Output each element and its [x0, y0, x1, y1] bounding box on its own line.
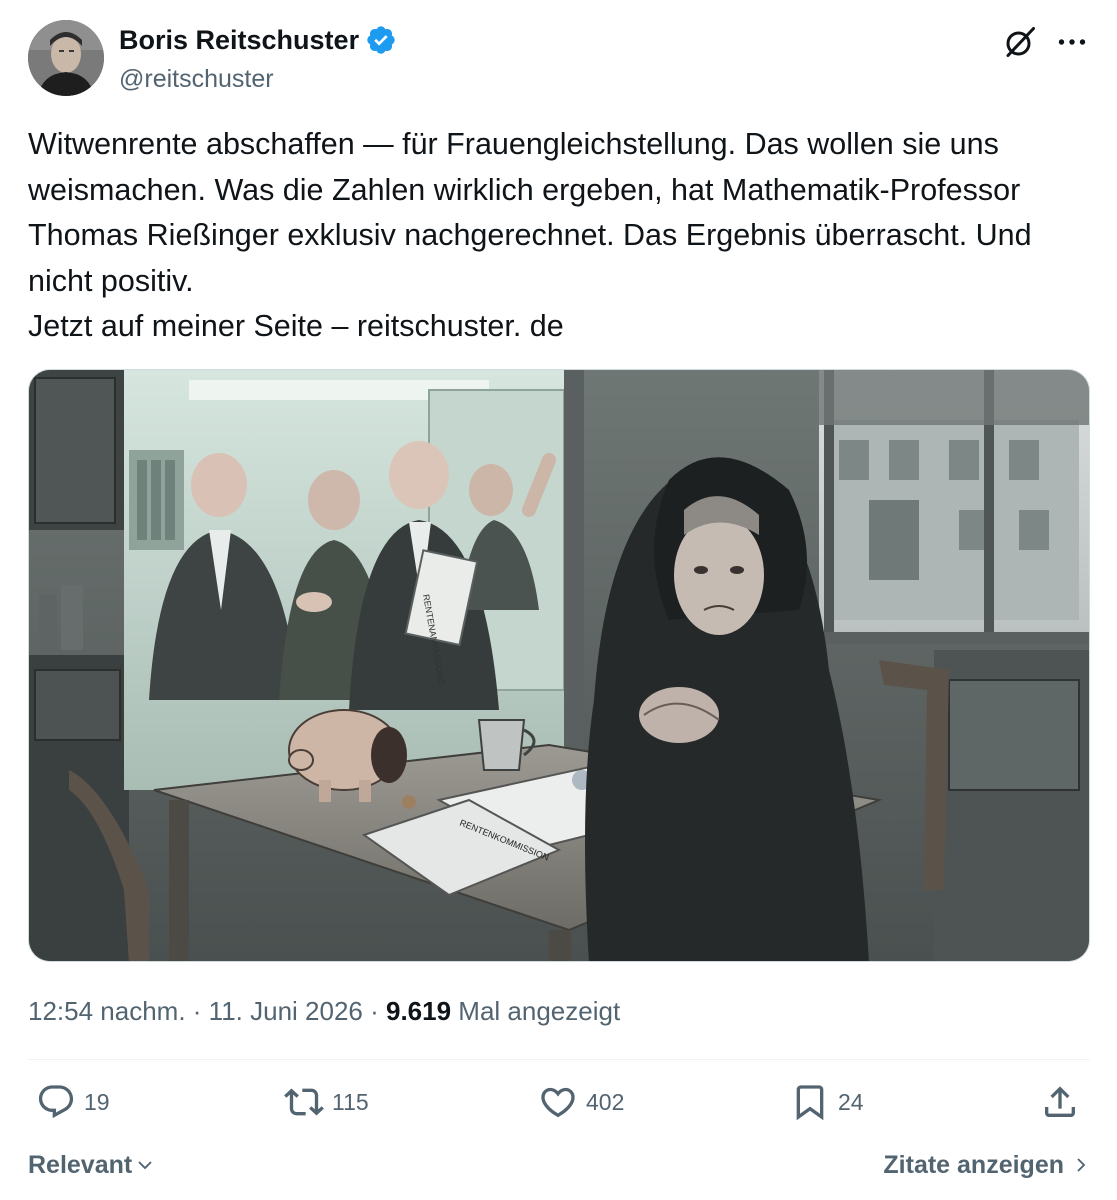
chevron-right-icon [1077, 1158, 1086, 1172]
views-label: Mal angezeigt [458, 996, 621, 1026]
retweet-button[interactable]: 115 [284, 1082, 369, 1122]
verified-badge-icon [365, 24, 397, 56]
bookmark-button[interactable]: 24 [790, 1082, 864, 1122]
tweet-time[interactable]: 12:54 nachm. [28, 996, 186, 1026]
tweet-media-image[interactable]: RENTENANPASSUNG RENTENKOMMISSION [28, 369, 1090, 962]
author-avatar[interactable] [28, 20, 104, 96]
author-handle[interactable]: @reitschuster [119, 62, 274, 96]
views-count: 9.619 [385, 996, 452, 1026]
share-button[interactable] [1040, 1082, 1080, 1122]
meta-separator: · [185, 996, 209, 1026]
illustration-widow-pension: RENTENANPASSUNG RENTENKOMMISSION [29, 370, 1089, 961]
author-name-row: Boris Reitschuster [119, 22, 397, 58]
bookmark-count: 24 [838, 1088, 864, 1115]
reply-bubble-icon [38, 1085, 74, 1119]
grok-icon[interactable] [1002, 24, 1038, 60]
meta-separator: · [362, 996, 386, 1026]
avatar-photo-icon [28, 20, 104, 96]
divider [28, 1059, 1090, 1060]
bookmark-icon [796, 1085, 824, 1121]
tweet-text: Witwenrente abschaffen — für Frauengleic… [28, 127, 1032, 343]
reply-count: 19 [84, 1088, 110, 1115]
quotes-label: Zitate anzeigen [883, 1151, 1064, 1179]
reply-button[interactable]: 19 [36, 1082, 110, 1122]
tweet-header: Boris Reitschuster @reitschuster [28, 20, 1090, 100]
author-display-name[interactable]: Boris Reitschuster [119, 22, 359, 58]
share-upload-icon [1045, 1086, 1075, 1117]
chevron-down-icon [138, 1161, 152, 1170]
officials-group: RENTENANPASSUNG [149, 441, 556, 710]
view-quotes-link[interactable]: Zitate anzeigen [883, 1148, 1090, 1182]
tweet-meta: 12:54 nachm. · 11. Juni 2026 · 9.619 Mal… [28, 993, 620, 1029]
action-bar: 19 115 402 24 [28, 1082, 1090, 1132]
tweet-date[interactable]: 11. Juni 2026 [209, 996, 363, 1026]
sort-replies-dropdown[interactable]: Relevant [28, 1148, 154, 1182]
sort-label: Relevant [28, 1151, 133, 1179]
heart-icon [541, 1087, 575, 1118]
retweet-count: 115 [332, 1088, 369, 1115]
like-count: 402 [586, 1088, 625, 1115]
retweet-icon [284, 1088, 324, 1116]
more-dots-icon[interactable] [1054, 24, 1090, 60]
like-button[interactable]: 402 [538, 1082, 624, 1122]
